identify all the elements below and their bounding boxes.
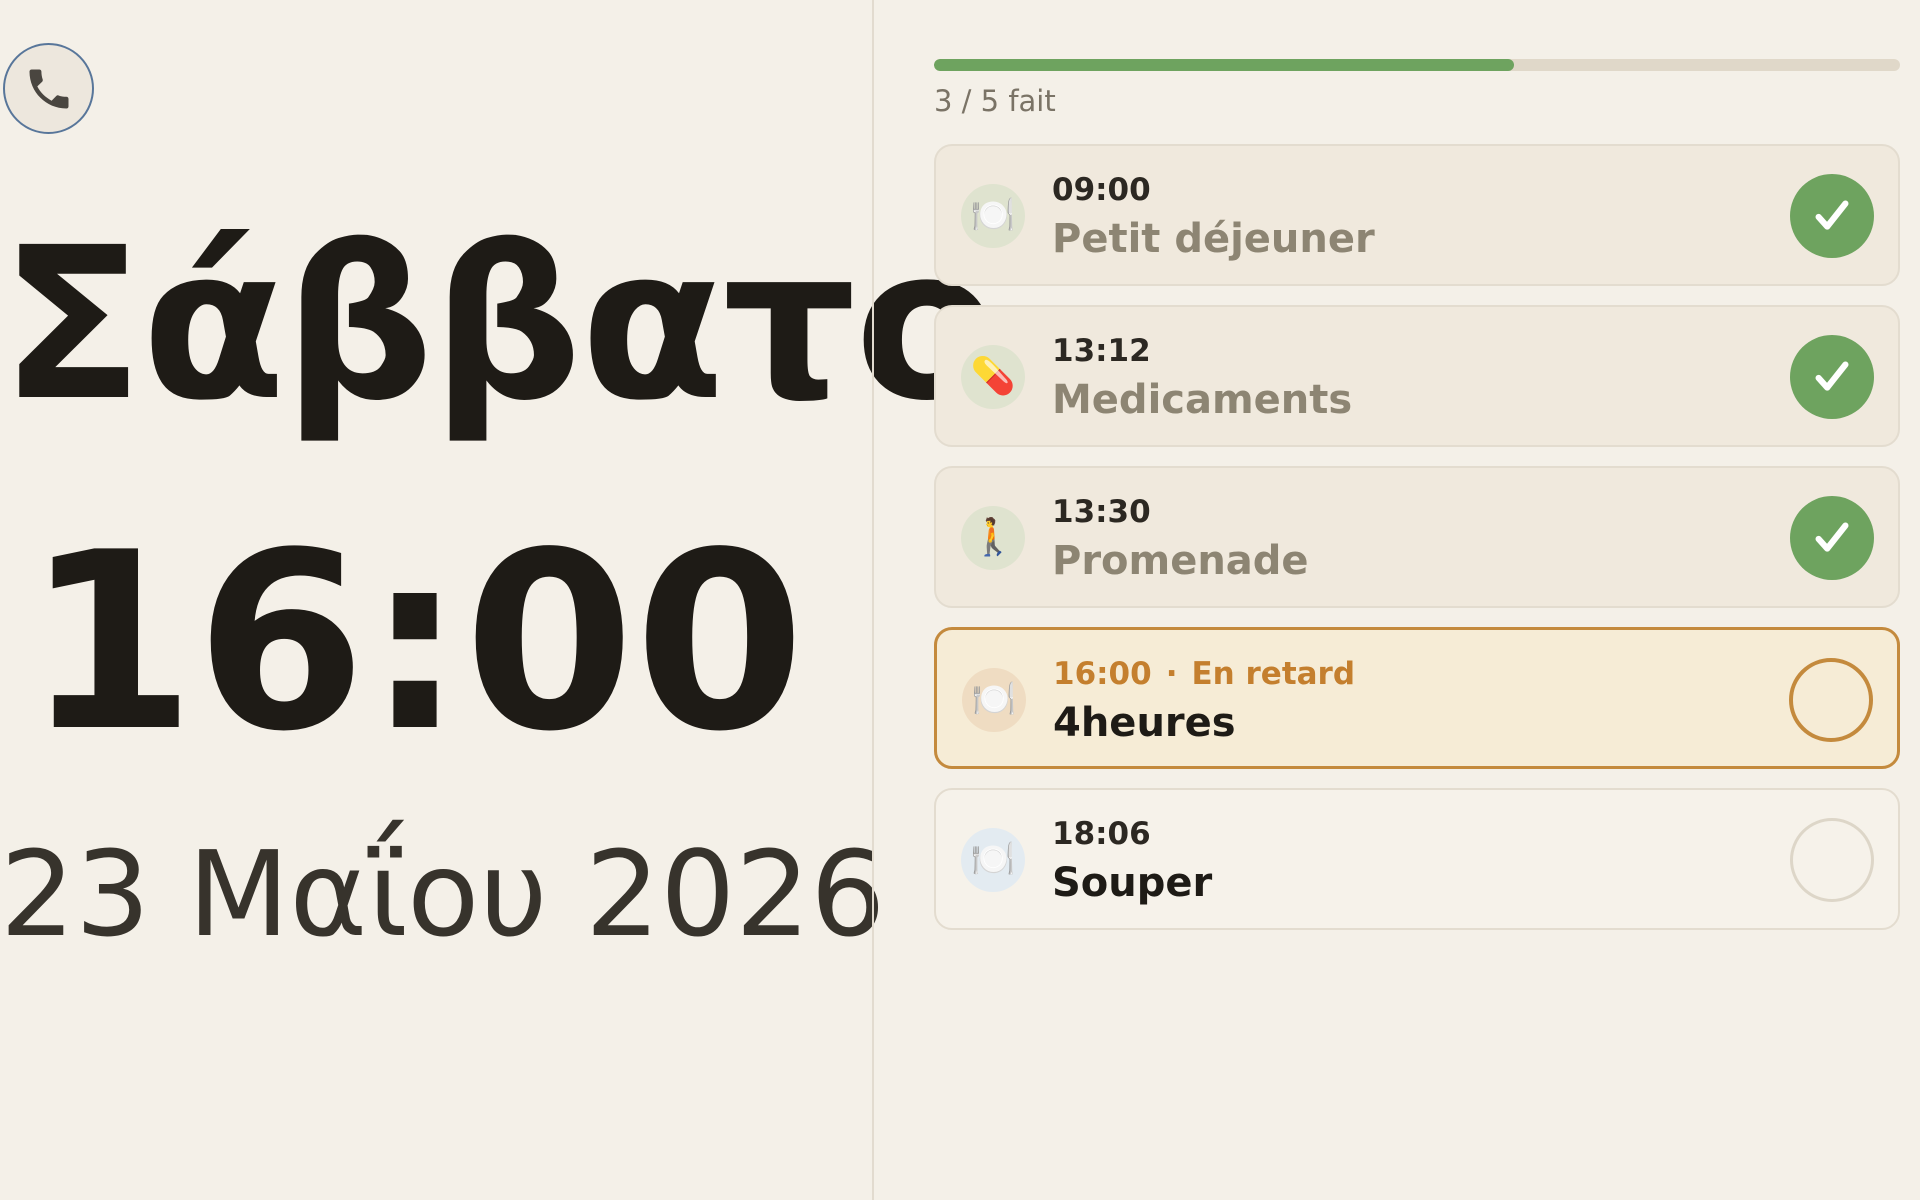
progress-bar xyxy=(934,59,1900,71)
task-title: 4heures xyxy=(1053,700,1236,746)
task-time: 09:00 xyxy=(1052,172,1151,208)
phone-icon xyxy=(29,69,68,108)
task-checkbox[interactable] xyxy=(1789,658,1873,742)
task-card-2[interactable]: 🚶 13:30 Promenade xyxy=(934,466,1900,608)
pill-icon: 💊 xyxy=(961,345,1025,409)
day-name: Σάββατο xyxy=(0,202,999,447)
walking-person-icon: 🚶 xyxy=(961,506,1025,570)
task-list: 🍽️ 09:00 Petit déjeuner 💊 13:12 Medicame… xyxy=(934,144,1900,949)
task-card-0[interactable]: 🍽️ 09:00 Petit déjeuner xyxy=(934,144,1900,286)
task-title: Souper xyxy=(1052,860,1213,906)
task-card-4[interactable]: 🍽️ 18:06 Souper xyxy=(934,788,1900,930)
task-time-row: 18:06 xyxy=(1052,816,1151,852)
task-done-checkbox[interactable] xyxy=(1790,496,1874,580)
separator-dot: · xyxy=(1165,656,1178,692)
plate-cutlery-icon: 🍽️ xyxy=(962,668,1026,732)
task-title: Medicaments xyxy=(1052,377,1353,423)
progress-fill xyxy=(934,59,1514,71)
task-title: Petit déjeuner xyxy=(1052,216,1375,262)
checkmark-icon xyxy=(1815,522,1849,552)
task-time-row: 13:30 xyxy=(1052,494,1151,530)
task-time: 16:00 xyxy=(1053,656,1152,692)
task-time-row: 13:12 xyxy=(1052,333,1151,369)
current-date: 23 Μαΐου 2026 xyxy=(0,825,886,963)
panel-divider xyxy=(872,0,874,1200)
task-time: 13:12 xyxy=(1052,333,1151,369)
app-root: Σάββατο 16:00 23 Μαΐου 2026 3 / 5 fait 🍽… xyxy=(0,0,1920,1200)
task-card-3[interactable]: 🍽️ 16:00 · En retard 4heures xyxy=(934,627,1900,769)
progress-label: 3 / 5 fait xyxy=(934,84,1056,118)
task-title: Promenade xyxy=(1052,538,1309,584)
checkmark-icon xyxy=(1815,361,1849,391)
plate-cutlery-icon: 🍽️ xyxy=(961,828,1025,892)
task-card-1[interactable]: 💊 13:12 Medicaments xyxy=(934,305,1900,447)
clock-panel: Σάββατο 16:00 23 Μαΐου 2026 xyxy=(0,0,999,1200)
task-done-checkbox[interactable] xyxy=(1790,335,1874,419)
task-time-row: 16:00 · En retard xyxy=(1053,656,1355,692)
task-time-row: 09:00 xyxy=(1052,172,1151,208)
call-button[interactable] xyxy=(3,43,94,134)
task-time: 18:06 xyxy=(1052,816,1151,852)
task-time: 13:30 xyxy=(1052,494,1151,530)
plate-cutlery-icon: 🍽️ xyxy=(961,184,1025,248)
late-status-label: En retard xyxy=(1191,656,1356,692)
schedule-panel: 3 / 5 fait 🍽️ 09:00 Petit déjeuner 💊 13:… xyxy=(934,0,1900,1200)
task-done-checkbox[interactable] xyxy=(1790,174,1874,258)
checkmark-icon xyxy=(1815,200,1849,230)
task-checkbox[interactable] xyxy=(1790,818,1874,902)
clock-time: 16:00 xyxy=(25,500,805,785)
